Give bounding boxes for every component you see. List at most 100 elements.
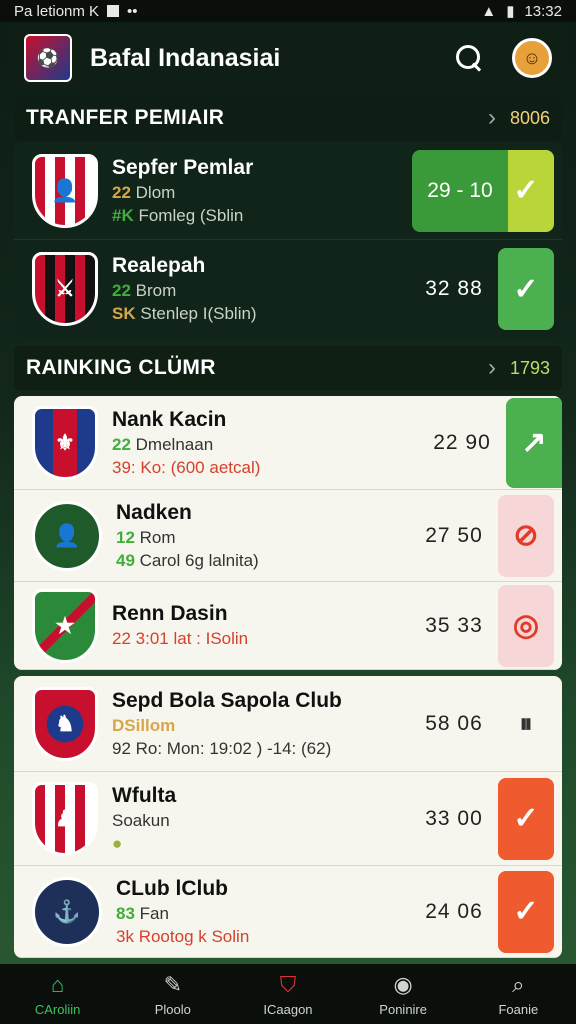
club-crest-icon: ♞ — [32, 686, 98, 761]
nav-label: Poninire — [379, 1001, 427, 1017]
item-line3: Rootog k Solin — [138, 926, 250, 946]
item-name: Wfulta — [112, 783, 177, 807]
list-item[interactable]: ♞ Sepd Bola Sapola Club DSillom 92 Ro: M… — [14, 676, 562, 772]
check-button[interactable]: ✓ — [498, 248, 554, 330]
bottom-nav: ⌂ CAroliin ✎ Ploolo ⛉ ICaagon ◉ Poninire… — [0, 964, 576, 1024]
item-line2: Rom — [139, 527, 176, 547]
check-button[interactable]: ✓ — [498, 777, 554, 860]
item-name: Nank Kacin — [112, 407, 227, 431]
item-line2: DSillom — [112, 715, 176, 735]
notification-icon — [107, 5, 120, 17]
score-text: 27 50 — [425, 523, 483, 547]
block-button[interactable]: ⊘ — [498, 494, 554, 577]
section-count: 8006 — [509, 107, 550, 128]
item-number: 83 — [116, 903, 135, 923]
item-line3: Stenlep I(Sblin) — [140, 304, 257, 323]
chevron-right-icon: › — [487, 354, 496, 381]
section-header-transfer[interactable]: TRANFER PEMIAIR › 8006 — [14, 96, 562, 140]
nav-label: Foanie — [498, 1001, 539, 1017]
circle-icon: ◉ — [393, 971, 413, 997]
pause-button[interactable]: ⏸ — [498, 683, 554, 765]
score-text: 22 90 — [433, 430, 491, 454]
item-line3: Ko: (600 aetcal) — [140, 457, 261, 477]
item-line2: Soakun — [112, 810, 170, 830]
search-icon: ⌕ — [512, 971, 525, 997]
item-name: Sepfer Pemlar — [112, 155, 254, 179]
app-bar: ⚽ Bafal Indanasiai ☺ — [8, 24, 568, 92]
score-text: 35 33 — [425, 613, 483, 637]
status-bar: Pa letionm K •• ▲ ▮ 13:32 — [0, 0, 576, 22]
avatar[interactable]: ☺ — [512, 38, 552, 78]
section-header-ranking[interactable]: RAINKING CLÜMR › 1793 — [14, 346, 562, 390]
item-name: Realepah — [112, 254, 206, 277]
item-name: CLub lClub — [116, 876, 228, 900]
nav-home[interactable]: ⌂ CAroliin — [8, 972, 108, 1017]
search-icon[interactable] — [454, 43, 484, 73]
app-title: Bafal Indanasiai — [90, 43, 281, 72]
nav-shield[interactable]: ⛉ ICaagon — [238, 972, 338, 1017]
list-item[interactable]: 👤 Sepfer Pemlar 22 Dlom #K Fomleg (Sblin… — [14, 142, 562, 240]
item-line3: 92 Ro: Mon: 19:02 ) -14: (62) — [112, 738, 332, 758]
section-title: TRANFER PEMIAIR — [26, 106, 225, 129]
item-line2: Brom — [135, 281, 177, 300]
item-number: SK — [112, 304, 136, 323]
club-crest-icon: ⚔ — [32, 252, 98, 326]
app-logo: ⚽ — [24, 34, 72, 82]
section-title: RAINKING CLÜMR — [26, 356, 216, 379]
club-crest-icon: ⚜ — [32, 405, 98, 480]
list-item[interactable]: ⚓ CLub lClub 83 Fan 3k Rootog k Solin 24… — [14, 866, 562, 958]
item-number: 3k — [116, 926, 134, 946]
club-crest-icon: ⚓ — [32, 876, 102, 947]
item-name: Nadken — [116, 500, 192, 524]
item-number: 22 — [112, 281, 131, 300]
item-number: 39: — [112, 457, 136, 477]
club-crest-icon: 👤 — [32, 153, 98, 228]
nav-search[interactable]: ⌕ Foanie — [468, 972, 568, 1017]
nav-label: ICaagon — [263, 1001, 313, 1017]
score-text: 33 00 — [425, 806, 483, 830]
score-text: 58 06 — [425, 711, 483, 735]
item-line3: Fomleg (Sblin — [138, 205, 244, 225]
home-icon: ⌂ — [50, 971, 65, 997]
item-number: 22 — [112, 629, 131, 648]
target-button[interactable]: ◎ — [498, 584, 554, 667]
item-line2: Fan — [139, 903, 169, 923]
nav-label: CAroliin — [34, 1001, 81, 1017]
ball-icon: ● — [112, 833, 123, 853]
item-line2: Dlom — [135, 182, 176, 202]
status-time: 13:32 — [524, 2, 562, 20]
club-card: ♞ Sepd Bola Sapola Club DSillom 92 Ro: M… — [14, 676, 562, 958]
score-text: 32 88 — [425, 277, 483, 300]
list-item[interactable]: ♟ Wfulta Soakun ● 33 00 ✓ — [14, 772, 562, 866]
nav-edit[interactable]: ✎ Ploolo — [123, 972, 223, 1017]
list-item[interactable]: ⚔ Realepah 22 Brom SK Stenlep I(Sblin) 3… — [14, 240, 562, 338]
item-number: 22 — [112, 182, 131, 202]
chevron-right-icon: › — [487, 104, 496, 131]
item-line3: Carol 6g lalnita) — [139, 550, 259, 570]
item-name: Renn Dasin — [112, 602, 228, 625]
section-count: 1793 — [509, 357, 550, 378]
transfer-card: 👤 Sepfer Pemlar 22 Dlom #K Fomleg (Sblin… — [14, 142, 562, 338]
club-crest-icon: ★ — [32, 588, 98, 663]
ranking-card: ⚜ Nank Kacin 22 Dmelnaan 39: Ko: (600 ae… — [14, 396, 562, 670]
check-button[interactable]: ✓ — [498, 870, 554, 953]
edit-icon: ✎ — [163, 971, 182, 997]
link-button[interactable]: ↗ — [506, 397, 562, 488]
item-line3: 3:01 lat : ISolin — [135, 629, 249, 648]
list-item[interactable]: 👤 Nadken 12 Rom 49 Carol 6g lalnita) 27 … — [14, 490, 562, 582]
item-number: 49 — [116, 550, 135, 570]
item-name: Sepd Bola Sapola Club — [112, 688, 342, 712]
score-box: 29 - 10 — [412, 149, 508, 232]
nav-label: Ploolo — [154, 1001, 191, 1017]
signal-icon: ▮ — [506, 3, 515, 20]
item-number: 22 — [112, 434, 131, 454]
wifi-icon: ▲ — [481, 2, 497, 20]
item-number: #K — [112, 205, 134, 225]
list-item[interactable]: ★ Renn Dasin 22 3:01 lat : ISolin 35 33 … — [14, 582, 562, 670]
more-icon: •• — [127, 2, 138, 20]
list-item[interactable]: ⚜ Nank Kacin 22 Dmelnaan 39: Ko: (600 ae… — [14, 396, 562, 490]
item-number: 12 — [116, 527, 135, 547]
shield-icon: ⛉ — [279, 971, 297, 997]
nav-circle[interactable]: ◉ Poninire — [353, 972, 453, 1017]
score-text: 24 06 — [425, 899, 483, 923]
